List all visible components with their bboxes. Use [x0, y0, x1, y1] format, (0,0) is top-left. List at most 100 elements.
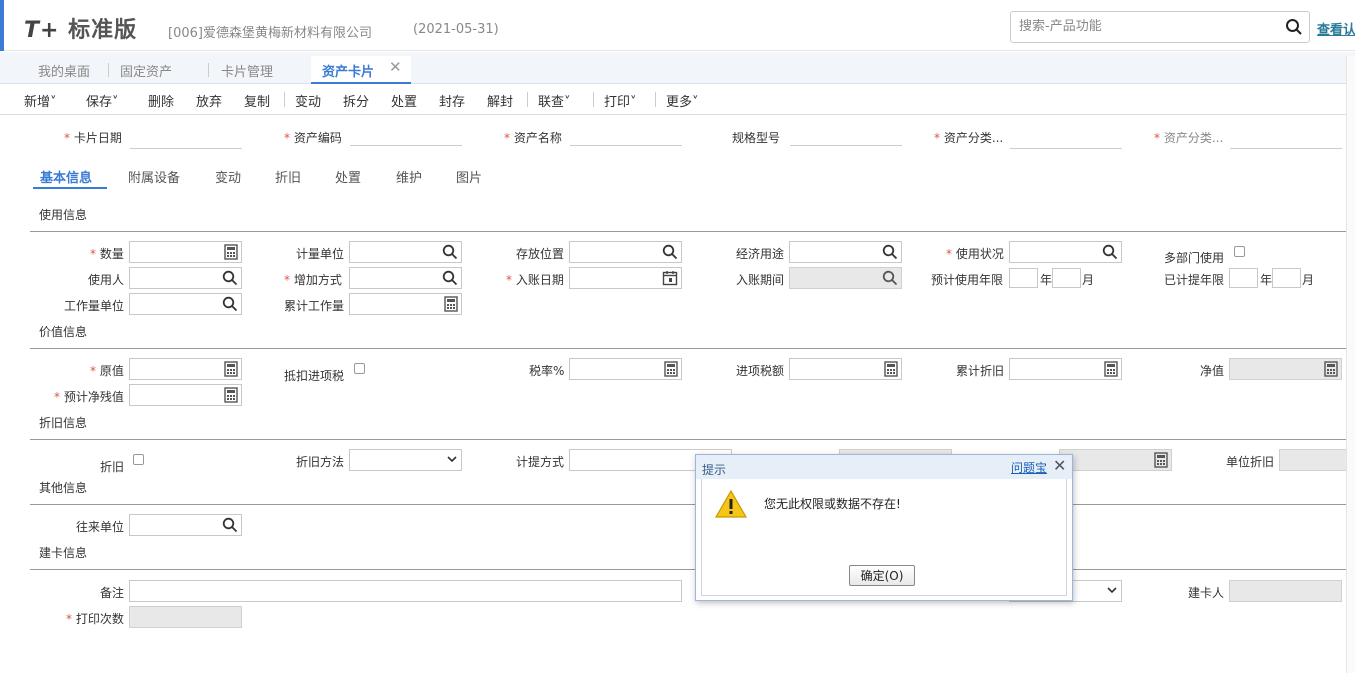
total-workload-field[interactable]: [349, 293, 462, 315]
add-method-field[interactable]: [349, 267, 462, 289]
search-icon[interactable]: [222, 270, 238, 289]
discard-button[interactable]: 放弃: [196, 91, 222, 110]
expected-years-input[interactable]: [1009, 268, 1038, 288]
tab-fixed-assets[interactable]: 固定资产: [120, 61, 172, 80]
calculator-icon[interactable]: [224, 361, 238, 380]
partner-field[interactable]: [129, 514, 242, 536]
dialog-message: 您无此权限或数据不存在!: [764, 497, 901, 511]
tab-card-management[interactable]: 卡片管理: [221, 61, 273, 80]
dialog-header: 提示 问题宝 ✕: [696, 455, 1072, 479]
more-button[interactable]: 更多˅: [666, 91, 699, 110]
expected-months-input[interactable]: [1052, 268, 1081, 288]
user-field[interactable]: [129, 267, 242, 289]
tax-rate-field[interactable]: [569, 358, 682, 380]
calculator-icon[interactable]: [444, 296, 458, 315]
workload-unit-field[interactable]: [129, 293, 242, 315]
app-header: T+ 标准版 [006]爱德森堡黄梅新材料有限公司 (2021-05-31) 查…: [0, 0, 1355, 51]
calculator-icon[interactable]: [224, 244, 238, 263]
close-icon[interactable]: ✕: [1053, 456, 1066, 475]
calendar-icon[interactable]: [662, 270, 678, 289]
subtab-maintenance[interactable]: 维护: [396, 167, 422, 186]
tab-my-desktop[interactable]: 我的桌面: [38, 61, 90, 80]
economic-use-field[interactable]: [789, 241, 902, 263]
app-logo: T+ 标准版: [24, 18, 138, 43]
accrued-years-input[interactable]: [1229, 268, 1258, 288]
card-date-field[interactable]: [130, 148, 242, 149]
entry-period-label: 入账期间: [736, 273, 785, 287]
calculator-icon[interactable]: [224, 387, 238, 406]
help-link[interactable]: 问题宝: [1011, 459, 1047, 476]
spec-model-label: 规格型号: [732, 131, 781, 145]
split-button[interactable]: 拆分: [343, 91, 369, 110]
accrued-months-input[interactable]: [1272, 268, 1301, 288]
subtab-images[interactable]: 图片: [456, 167, 482, 186]
multi-dept-checkbox[interactable]: [1234, 246, 1245, 257]
search-icon[interactable]: [442, 270, 458, 289]
close-icon[interactable]: ✕: [389, 58, 402, 76]
calculator-icon: [1154, 452, 1168, 471]
spec-model-field[interactable]: [790, 145, 902, 146]
print-button[interactable]: 打印˅: [604, 91, 637, 110]
delete-button[interactable]: 删除: [148, 91, 174, 110]
search-icon[interactable]: [1285, 18, 1303, 39]
dialog-title: 提示: [702, 463, 727, 477]
use-status-field[interactable]: [1009, 241, 1122, 263]
add-method-label: * 增加方式: [284, 273, 342, 287]
chevron-down-icon[interactable]: [446, 453, 458, 468]
acc-depr-field[interactable]: [1009, 358, 1122, 380]
view-link[interactable]: 查看认: [1317, 19, 1355, 38]
month-label: 月: [1082, 273, 1095, 287]
search-icon[interactable]: [882, 244, 898, 263]
change-button[interactable]: 变动: [295, 91, 321, 110]
measure-unit-label: 计量单位: [296, 247, 345, 261]
remark-field[interactable]: [129, 580, 682, 602]
scrollbar[interactable]: [1346, 56, 1355, 673]
search-icon[interactable]: [222, 517, 238, 536]
entry-date-field[interactable]: [569, 267, 682, 289]
partner-label: 往来单位: [76, 520, 125, 534]
ok-button[interactable]: 确定(O): [849, 565, 915, 586]
subtab-changes[interactable]: 变动: [215, 167, 241, 186]
unseal-button[interactable]: 解封: [487, 91, 513, 110]
chevron-down-icon[interactable]: [1106, 584, 1118, 599]
seal-button[interactable]: 封存: [439, 91, 465, 110]
input-tax-field[interactable]: [789, 358, 902, 380]
search-icon[interactable]: [222, 296, 238, 315]
tab-asset-card[interactable]: 资产卡片 ✕: [311, 56, 411, 84]
asset-name-field[interactable]: [570, 145, 682, 146]
asset-code-field[interactable]: [350, 145, 462, 146]
search-input[interactable]: [1019, 19, 1279, 34]
location-label: 存放位置: [516, 247, 565, 261]
tab-bar: [0, 52, 1355, 84]
asset-class-field-2[interactable]: [1230, 148, 1342, 149]
depr-method-select[interactable]: [349, 449, 462, 471]
quantity-field[interactable]: [129, 241, 242, 263]
section-divider: [30, 231, 1355, 232]
location-field[interactable]: [569, 241, 682, 263]
new-button[interactable]: 新增˅: [24, 91, 57, 110]
subtab-disposal[interactable]: 处置: [335, 167, 361, 186]
asset-class-field-1[interactable]: [1010, 148, 1122, 149]
quantity-label: * 数量: [90, 247, 124, 261]
search-box[interactable]: [1010, 11, 1310, 43]
depr-checkbox[interactable]: [133, 454, 144, 465]
search-icon[interactable]: [1102, 244, 1118, 263]
original-value-field[interactable]: [129, 358, 242, 380]
calculator-icon[interactable]: [664, 361, 678, 380]
link-query-button[interactable]: 联查˅: [538, 91, 571, 110]
subtab-accessories[interactable]: 附属设备: [128, 167, 180, 186]
search-icon[interactable]: [662, 244, 678, 263]
copy-button[interactable]: 复制: [244, 91, 270, 110]
calculator-icon[interactable]: [1104, 361, 1118, 380]
residual-value-field[interactable]: [129, 384, 242, 406]
search-icon[interactable]: [442, 244, 458, 263]
subtab-depreciation[interactable]: 折旧: [275, 167, 301, 186]
search-icon: [882, 270, 898, 289]
calculator-icon[interactable]: [884, 361, 898, 380]
deduct-tax-checkbox[interactable]: [354, 363, 365, 374]
dispose-button[interactable]: 处置: [391, 91, 417, 110]
save-button[interactable]: 保存˅: [86, 91, 119, 110]
subtab-basic-info[interactable]: 基本信息: [40, 167, 92, 186]
measure-unit-field[interactable]: [349, 241, 462, 263]
section-depreciation-title: 折旧信息: [39, 416, 88, 430]
